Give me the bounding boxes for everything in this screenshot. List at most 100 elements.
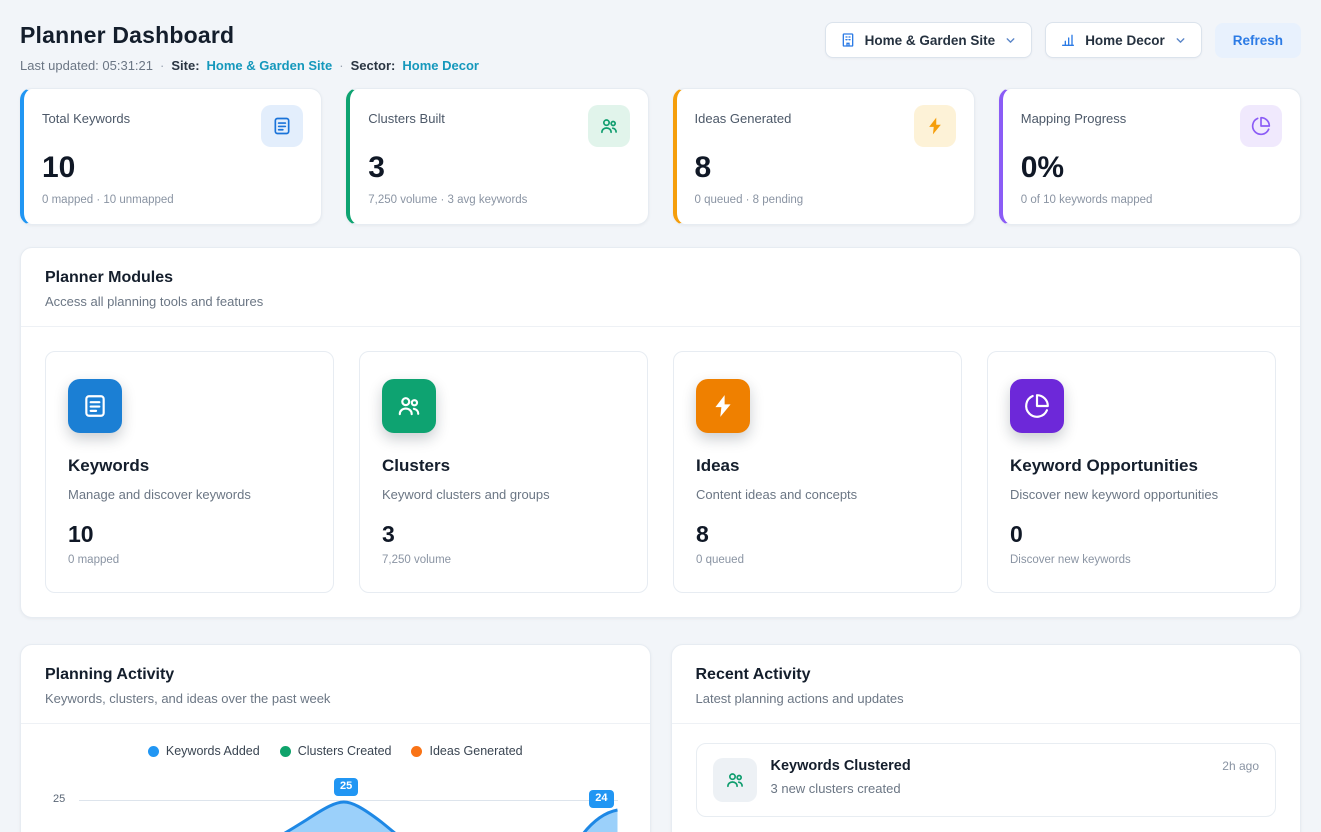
stat-value: 8 [695, 151, 956, 185]
legend-dot-blue [148, 746, 159, 757]
header-actions: Home & Garden Site Home Decor Refresh [825, 22, 1301, 58]
module-title: Keywords [68, 456, 311, 476]
document-icon [261, 105, 303, 147]
sector-link[interactable]: Home Decor [402, 58, 479, 73]
header-subline: Last updated: 05:31:21 · Site: Home & Ga… [20, 58, 479, 73]
activity-item-head: Keywords Clustered 2h ago [771, 758, 1260, 774]
module-description: Content ideas and concepts [696, 487, 939, 502]
legend-item-keywords-added: Keywords Added [148, 744, 260, 758]
module-card-keywords[interactable]: Keywords Manage and discover keywords 10… [45, 351, 334, 593]
legend-dot-green [280, 746, 291, 757]
site-link[interactable]: Home & Garden Site [207, 58, 333, 73]
data-point-label: 24 [589, 790, 613, 808]
site-selector-dropdown[interactable]: Home & Garden Site [825, 22, 1033, 58]
stat-value: 10 [42, 151, 303, 185]
users-icon [713, 758, 757, 802]
site-selector-label: Home & Garden Site [865, 33, 996, 48]
last-updated-text: Last updated: 05:31:21 [20, 58, 153, 73]
refresh-button[interactable]: Refresh [1215, 23, 1301, 58]
stat-label: Total Keywords [42, 105, 130, 126]
planning-activity-panel: Planning Activity Keywords, clusters, an… [20, 644, 651, 832]
building-icon [840, 32, 856, 48]
module-value: 10 [68, 521, 311, 548]
stats-row: Total Keywords 10 0 mapped · 10 unmapped… [20, 88, 1301, 225]
stat-card-clusters-built: Clusters Built 3 7,250 volume · 3 avg ke… [346, 88, 648, 225]
stat-label: Mapping Progress [1021, 105, 1127, 126]
legend-label: Clusters Created [298, 744, 392, 758]
panel-header: Planning Activity Keywords, clusters, an… [21, 645, 650, 724]
separator-dot: · [339, 58, 343, 73]
bolt-icon [914, 105, 956, 147]
area-series-keywords-added [81, 792, 618, 832]
module-description: Manage and discover keywords [68, 487, 311, 502]
stat-value: 3 [368, 151, 629, 185]
header-left: Planner Dashboard Last updated: 05:31:21… [20, 22, 479, 73]
stat-caption: 0 queued · 8 pending [695, 194, 956, 206]
site-label: Site: [171, 58, 199, 73]
stat-card-top: Total Keywords [42, 105, 303, 147]
stat-value: 0% [1021, 151, 1282, 185]
module-title: Clusters [382, 456, 625, 476]
sector-selector-dropdown[interactable]: Home Decor [1045, 22, 1202, 58]
module-card-clusters[interactable]: Clusters Keyword clusters and groups 3 7… [359, 351, 648, 593]
document-icon [68, 379, 122, 433]
legend-item-ideas-generated: Ideas Generated [411, 744, 522, 758]
bolt-icon [696, 379, 750, 433]
panel-title: Recent Activity [696, 666, 1277, 684]
module-card-ideas[interactable]: Ideas Content ideas and concepts 8 0 que… [673, 351, 962, 593]
stat-card-total-keywords: Total Keywords 10 0 mapped · 10 unmapped [20, 88, 322, 225]
page-title: Planner Dashboard [20, 22, 479, 49]
legend-dot-orange [411, 746, 422, 757]
module-description: Keyword clusters and groups [382, 487, 625, 502]
stat-card-ideas-generated: Ideas Generated 8 0 queued · 8 pending [673, 88, 975, 225]
module-caption: Discover new keywords [1010, 554, 1253, 566]
stat-card-top: Mapping Progress [1021, 105, 1282, 147]
sector-selector-label: Home Decor [1085, 33, 1165, 48]
module-caption: 7,250 volume [382, 554, 625, 566]
chart-legend: Keywords Added Clusters Created Ideas Ge… [21, 724, 650, 758]
panel-header: Planner Modules Access all planning tool… [21, 248, 1300, 327]
bar-chart-icon [1060, 32, 1076, 48]
page-header: Planner Dashboard Last updated: 05:31:21… [20, 22, 1301, 73]
module-value: 8 [696, 521, 939, 548]
planner-modules-panel: Planner Modules Access all planning tool… [20, 247, 1301, 618]
module-value: 0 [1010, 521, 1253, 548]
module-value: 3 [382, 521, 625, 548]
panel-title: Planner Modules [45, 269, 1276, 287]
module-title: Ideas [696, 456, 939, 476]
activity-title: Keywords Clustered [771, 758, 911, 774]
legend-label: Ideas Generated [429, 744, 522, 758]
activity-timestamp: 2h ago [1222, 759, 1259, 773]
activity-list: Keywords Clustered 2h ago 3 new clusters… [672, 724, 1301, 832]
activity-description: 3 new clusters created [771, 781, 1260, 796]
pie-chart-icon [1010, 379, 1064, 433]
stat-card-mapping-progress: Mapping Progress 0% 0 of 10 keywords map… [999, 88, 1301, 225]
legend-item-clusters-created: Clusters Created [280, 744, 392, 758]
users-icon [588, 105, 630, 147]
stat-label: Ideas Generated [695, 105, 792, 126]
module-description: Discover new keyword opportunities [1010, 487, 1253, 502]
stat-card-top: Clusters Built [368, 105, 629, 147]
separator-dot: · [160, 58, 164, 73]
planner-dashboard-page: Planner Dashboard Last updated: 05:31:21… [0, 0, 1321, 832]
module-card-keyword-opportunities[interactable]: Keyword Opportunities Discover new keywo… [987, 351, 1276, 593]
pie-chart-icon [1240, 105, 1282, 147]
planning-activity-chart: 25 25 24 [45, 774, 626, 832]
chevron-down-icon [1174, 34, 1187, 47]
stat-caption: 0 mapped · 10 unmapped [42, 194, 303, 206]
y-axis-tick-label: 25 [53, 793, 65, 805]
panel-subtitle: Keywords, clusters, and ideas over the p… [45, 691, 626, 706]
activity-item-keywords-clustered: Keywords Clustered 2h ago 3 new clusters… [696, 743, 1277, 817]
module-title: Keyword Opportunities [1010, 456, 1253, 476]
data-point-label: 25 [334, 778, 358, 796]
panel-subtitle: Latest planning actions and updates [696, 691, 1277, 706]
bottom-row: Planning Activity Keywords, clusters, an… [20, 644, 1301, 832]
stat-label: Clusters Built [368, 105, 445, 126]
users-icon [382, 379, 436, 433]
panel-title: Planning Activity [45, 666, 626, 684]
activity-item-body: Keywords Clustered 2h ago 3 new clusters… [771, 758, 1260, 796]
stat-caption: 0 of 10 keywords mapped [1021, 194, 1282, 206]
stat-card-top: Ideas Generated [695, 105, 956, 147]
legend-label: Keywords Added [166, 744, 260, 758]
module-caption: 0 queued [696, 554, 939, 566]
